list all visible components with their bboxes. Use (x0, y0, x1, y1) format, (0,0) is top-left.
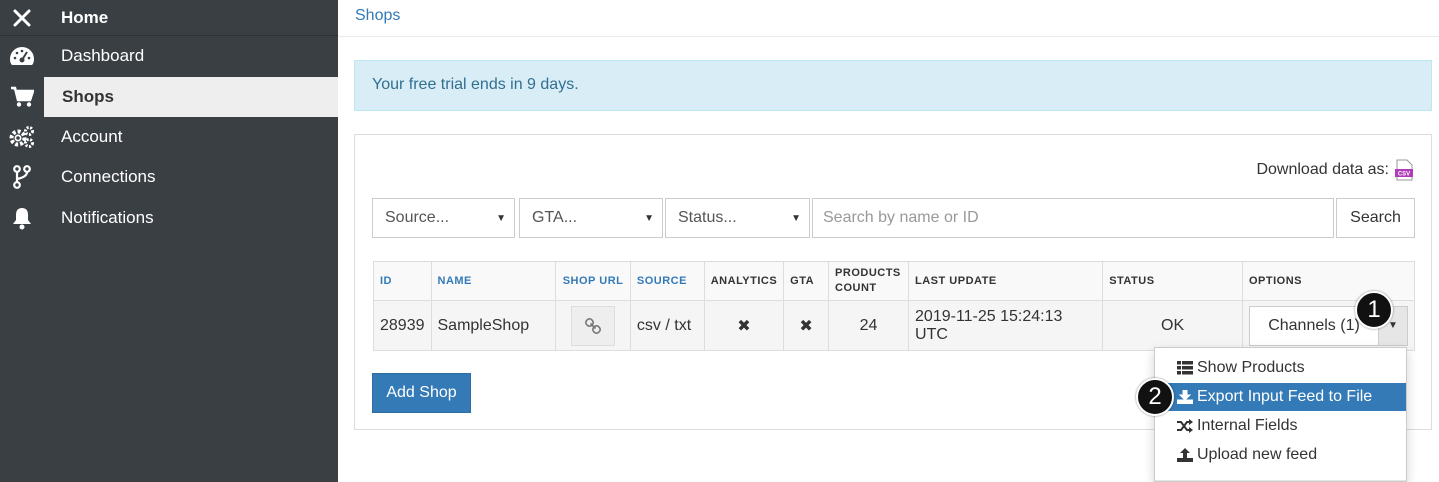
status-filter[interactable]: Status... ▼ (665, 198, 810, 238)
shops-table: ID NAME SHOP URL SOURCE ANALYTICS GTA PR… (373, 261, 1415, 351)
column-header-id[interactable]: ID (373, 261, 432, 301)
caret-down-icon: ▼ (791, 212, 801, 224)
column-header-shop-url[interactable]: SHOP URL (555, 261, 631, 301)
download-label: Download data as: (1256, 161, 1389, 178)
menu-item-show-products[interactable]: Show Products (1155, 354, 1406, 382)
upload-icon (1177, 447, 1193, 463)
breadcrumb[interactable]: Shops (355, 7, 400, 25)
shop-url-cell (555, 300, 631, 351)
menu-item-label: Show Products (1197, 359, 1305, 376)
column-header-last-update: LAST UPDATE (908, 261, 1104, 301)
sidebar: Home Dashboard Shops Account Connections… (0, 0, 338, 482)
shop-url-button[interactable] (571, 305, 616, 346)
csv-format-label: CSV (1398, 172, 1410, 178)
callout-badge-2: 2 (1136, 378, 1174, 416)
list-icon (1177, 360, 1193, 376)
caret-down-icon: ▼ (644, 212, 654, 224)
shop-id: 28939 (373, 300, 432, 351)
close-icon[interactable] (8, 4, 36, 32)
sidebar-item-label: Account (61, 127, 123, 146)
menu-item-label: Export Input Feed to File (1197, 388, 1373, 405)
column-header-source[interactable]: SOURCE (629, 261, 705, 301)
dashboard-icon (8, 42, 36, 70)
sidebar-item-label: Home (61, 7, 109, 27)
column-header-products-count: PRODUCTS COUNT (828, 261, 910, 301)
trial-alert: Your free trial ends in 9 days. (354, 60, 1432, 111)
column-header-gta: GTA (783, 261, 830, 301)
menu-divider (1155, 480, 1406, 481)
sidebar-item-home[interactable]: Home (0, 0, 338, 36)
search-input[interactable] (812, 198, 1334, 238)
sidebar-item-shops[interactable]: Shops (0, 77, 338, 117)
sidebar-item-label: Notifications (61, 208, 154, 227)
gta-filter[interactable]: GTA... ▼ (519, 198, 663, 238)
download-data: Download data as: CSV (1256, 159, 1413, 181)
caret-down-icon: ▼ (496, 212, 506, 224)
top-header: Shops (338, 0, 1439, 37)
app-root: Home Dashboard Shops Account Connections… (0, 0, 1439, 482)
menu-item-internal-fields[interactable]: Internal Fields (1155, 412, 1406, 440)
gta-x-icon: ✖ (783, 300, 830, 351)
column-header-name[interactable]: NAME (430, 261, 557, 301)
shuffle-icon (1177, 418, 1193, 434)
menu-item-label: Upload new feed (1197, 446, 1318, 463)
options-dropdown-menu: Show Products Export Input Feed to File … (1154, 347, 1407, 482)
csv-icon[interactable]: CSV (1395, 159, 1413, 181)
column-header-status: STATUS (1102, 261, 1243, 301)
column-header-options: OPTIONS (1242, 261, 1415, 301)
sidebar-item-notifications[interactable]: Notifications (0, 198, 338, 238)
callout-badge-1: 1 (1355, 291, 1393, 329)
gta-filter-value: GTA... (532, 209, 578, 226)
table-header-row: ID NAME SHOP URL SOURCE ANALYTICS GTA PR… (373, 261, 1415, 301)
cart-icon (8, 83, 36, 111)
sidebar-item-label: Connections (61, 167, 156, 186)
status-badge: OK (1102, 300, 1243, 351)
sidebar-item-label: Shops (62, 87, 114, 106)
gears-icon (8, 123, 36, 151)
menu-item-upload-new-feed[interactable]: Upload new feed (1155, 441, 1406, 469)
status-filter-value: Status... (678, 209, 737, 226)
source-filter-value: Source... (385, 209, 450, 226)
shop-name-link[interactable]: SampleShop (430, 300, 557, 351)
branch-icon (8, 163, 36, 191)
download-icon (1177, 389, 1193, 405)
table-row: 28939 SampleShop csv / txt ✖ ✖ 24 2019-1… (373, 300, 1415, 351)
sidebar-item-account[interactable]: Account (0, 117, 338, 157)
analytics-x-icon: ✖ (703, 300, 785, 351)
caret-down-icon: ▼ (1388, 320, 1398, 331)
menu-item-label: Internal Fields (1197, 417, 1298, 434)
link-icon (585, 317, 602, 334)
bell-icon (8, 204, 36, 232)
search-button[interactable]: Search (1336, 198, 1415, 238)
menu-item-export-input-feed[interactable]: Export Input Feed to File (1155, 383, 1406, 411)
last-update: 2019-11-25 15:24:13 UTC (908, 300, 1104, 351)
shop-source: csv / txt (629, 300, 705, 351)
sidebar-item-label: Dashboard (61, 46, 145, 65)
column-header-analytics: ANALYTICS (703, 261, 785, 301)
add-shop-button[interactable]: Add Shop (372, 373, 471, 413)
source-filter[interactable]: Source... ▼ (372, 198, 515, 238)
sidebar-item-connections[interactable]: Connections (0, 157, 338, 197)
sidebar-item-dashboard[interactable]: Dashboard (0, 36, 338, 76)
products-count: 24 (828, 300, 910, 351)
